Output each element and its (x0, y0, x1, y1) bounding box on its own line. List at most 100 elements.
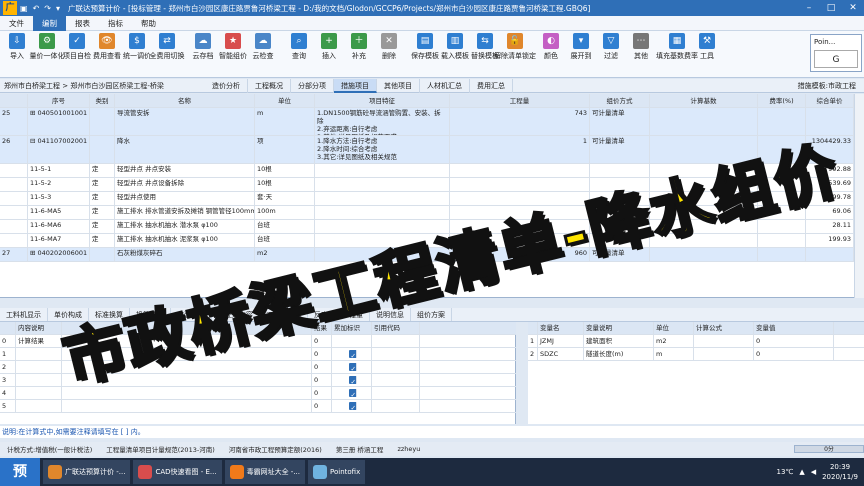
cell-feature[interactable] (315, 164, 450, 177)
ref-code-cell[interactable] (372, 361, 420, 373)
taskbar-app[interactable]: 广联达预算计价 -... (43, 460, 131, 484)
cell-rate[interactable] (758, 164, 806, 177)
row-label[interactable] (16, 361, 62, 373)
ribbon-button-smart[interactable]: ★ 智能组价 (218, 31, 248, 76)
cell-name[interactable]: 施工排水 抽水机抽水 泥浆泵 φ100 (115, 234, 255, 247)
cell-method[interactable] (590, 220, 650, 233)
cell-qty[interactable]: 1 (450, 136, 590, 163)
cell-code[interactable]: 11-6-MA6 (28, 220, 90, 233)
menu-item[interactable]: 报表 (66, 16, 99, 31)
cell-price[interactable]: 992.88 (806, 164, 854, 177)
accumulate-checkbox[interactable]: ✓ (332, 400, 372, 412)
undo-icon[interactable]: ↶ (33, 4, 40, 13)
cell-base[interactable] (650, 192, 758, 205)
cell-base[interactable] (650, 136, 758, 163)
formula-cell[interactable] (62, 387, 312, 399)
clock[interactable]: 20:39 2020/11/9 (822, 462, 858, 482)
tab-5[interactable]: 人材机汇总 (420, 78, 470, 93)
ribbon-button-filter[interactable]: ▽ 过滤 (596, 31, 626, 76)
cell-feature[interactable] (315, 234, 450, 247)
row-label[interactable] (16, 374, 62, 386)
quantity-row[interactable]: 3 0 ✓ (0, 374, 516, 387)
ribbon-button-switch[interactable]: ⇄ 全费用切换 (150, 31, 185, 76)
row-label[interactable] (16, 387, 62, 399)
formula-cell[interactable] (62, 348, 312, 360)
minimize-icon[interactable]: – (798, 3, 820, 13)
zoom-slider[interactable]: 0分 (794, 445, 864, 453)
bottom-tab-7[interactable]: 反查图形工程量 (308, 308, 370, 321)
accumulate-checkbox[interactable]: ✓ (332, 387, 372, 399)
tab-0[interactable]: 造价分析 (205, 78, 248, 93)
tab-3[interactable]: 措施项目 (334, 78, 377, 93)
bottom-tab-8[interactable]: 说明信息 (370, 308, 411, 321)
cell-method[interactable] (590, 192, 650, 205)
row-label[interactable] (16, 348, 62, 360)
quantity-row[interactable]: 1 0 ✓ (0, 348, 516, 361)
cell-rate[interactable] (758, 192, 806, 205)
volume-icon[interactable]: ◀ (811, 468, 816, 476)
cell-price[interactable] (806, 108, 854, 135)
cell-price[interactable]: 539.69 (806, 178, 854, 191)
cell-name[interactable]: 轻型井点使用 (115, 192, 255, 205)
ribbon-button-search[interactable]: ⌕ 查询 (284, 31, 314, 76)
expand-icon[interactable]: ⊞ (30, 109, 38, 117)
formula-cell[interactable] (62, 374, 312, 386)
quantity-row[interactable]: 4 0 ✓ (0, 387, 516, 400)
accumulate-checkbox[interactable]: ✓ (332, 348, 372, 360)
cell-type[interactable]: 定 (90, 192, 115, 205)
tab-6[interactable]: 费用汇总 (470, 78, 513, 93)
cell-unit[interactable]: 项 (255, 136, 315, 163)
ribbon-button-expand[interactable]: ▾ 展开到 (566, 31, 596, 76)
cell-name[interactable]: 施工排水 抽水机抽水 潜水泵 φ100 (115, 220, 255, 233)
cell-unit[interactable]: 台班 (255, 220, 315, 233)
cell-rate[interactable] (758, 108, 806, 135)
bottom-tab-1[interactable]: 单价构成 (48, 308, 89, 321)
cell-unit[interactable]: 100m (255, 206, 315, 219)
table-row[interactable]: 11-5-2 定轻型井点 井点设备拆除 10根 539.69 (0, 178, 854, 192)
cell-qty[interactable] (450, 192, 590, 205)
pointofix-popup[interactable]: Poin... G (810, 34, 862, 72)
start-button[interactable]: 预 (0, 458, 40, 486)
menu-item[interactable]: 指标 (99, 16, 132, 31)
menu-item[interactable]: 文件 (0, 16, 33, 31)
cell-unit[interactable]: 套·天 (255, 192, 315, 205)
formula-cell[interactable] (62, 400, 312, 412)
ribbon-button-integrate[interactable]: ⚙ 量价一体化 (30, 31, 65, 76)
ref-code-cell[interactable] (372, 348, 420, 360)
cell-name[interactable]: 轻型井点 井点安装 (115, 164, 255, 177)
cell-unit[interactable]: m (255, 108, 315, 135)
formula-cell[interactable] (62, 361, 312, 373)
table-row[interactable]: 26 ⊟ 041107002001 降水项 1.降水方法:自行考虑 2.降水时间:综合… (0, 136, 854, 164)
cell-qty[interactable] (450, 178, 590, 191)
ribbon-button-load[interactable]: ▥ 载入模板 (440, 31, 470, 76)
cell-qty[interactable]: 960 (450, 248, 590, 261)
network-icon[interactable]: ▲ (799, 468, 804, 476)
cell-feature[interactable] (315, 220, 450, 233)
maximize-icon[interactable]: □ (820, 3, 842, 13)
cell-qty[interactable] (450, 220, 590, 233)
ref-code-cell[interactable] (372, 374, 420, 386)
cell-base[interactable] (650, 108, 758, 135)
cell-base[interactable] (650, 234, 758, 247)
ribbon-button-import[interactable]: ⇩ 导入 (2, 31, 32, 76)
cell-feature[interactable] (315, 248, 450, 261)
cell-method[interactable] (590, 234, 650, 247)
ribbon-button-delete[interactable]: ✕ 删除 (374, 31, 404, 76)
table-row[interactable]: 11-5-3 定轻型井点使用 套·天 799.78 (0, 192, 854, 206)
bottom-tab-6[interactable]: 工程量明细 (260, 308, 308, 321)
cell-base[interactable] (650, 248, 758, 261)
weather-text[interactable]: 13℃ (777, 468, 794, 476)
cell-unit[interactable]: m2 (255, 248, 315, 261)
tab-1[interactable]: 工程概况 (248, 78, 291, 93)
cell-name[interactable]: 导流管安拆 (115, 108, 255, 135)
cell-rate[interactable] (758, 136, 806, 163)
expand-icon[interactable]: ⊞ (30, 249, 38, 257)
template-selector[interactable]: 措施模板:市政工程 (798, 81, 864, 91)
cell-name[interactable]: 施工排水 排水管道安拆及摊销 钢管管径100mm (115, 206, 255, 219)
table-row[interactable]: 11-6-MA5 定施工排水 排水管道安拆及摊销 钢管管径100mm 100m 69.… (0, 206, 854, 220)
cell-unit[interactable]: 10根 (255, 178, 315, 191)
cell-price[interactable]: 28.11 (806, 220, 854, 233)
cell-price[interactable]: 1304429.33 (806, 136, 854, 163)
cell-rate[interactable] (758, 234, 806, 247)
cell-base[interactable] (650, 178, 758, 191)
